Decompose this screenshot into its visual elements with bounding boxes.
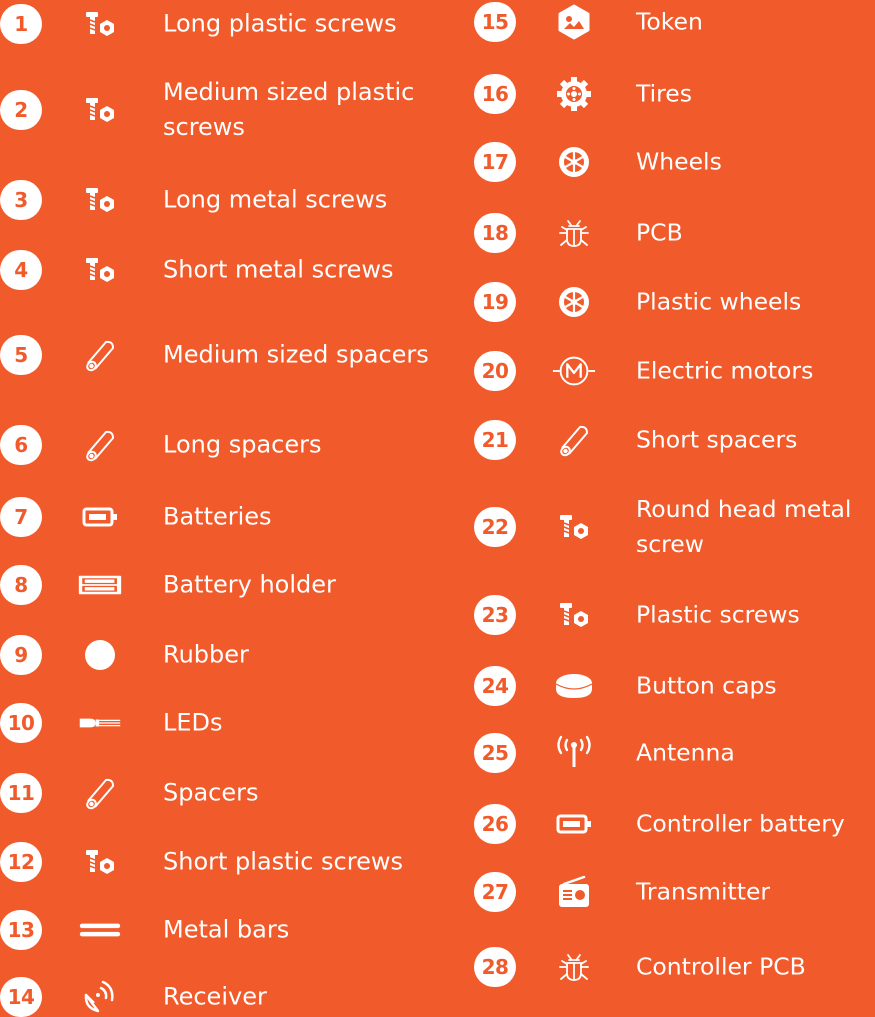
part-number-badge: 8 [0,565,42,605]
rubber-icon [78,637,122,673]
screw-nut-icon [552,597,596,633]
part-label: PCB [636,218,683,247]
part-number-badge: 11 [0,773,42,813]
part-label: Short plastic screws [163,847,403,876]
battery-icon [78,499,122,535]
part-number-badge: 16 [474,74,516,114]
screw-nut-icon [78,844,122,880]
part-number-badge: 26 [474,804,516,844]
part-number-badge: 2 [0,90,42,130]
motor-icon [552,353,596,389]
part-label: Short metal screws [163,255,394,284]
part-number-badge: 15 [474,2,516,42]
tire-icon [552,76,596,112]
part-label: Tires [636,79,693,108]
part-number-badge: 9 [0,635,42,675]
part-label: Medium sized plastic screws [163,78,415,141]
spacer-icon [552,422,596,458]
part-label: Long metal screws [163,185,388,214]
part-label: Long plastic screws [163,9,397,38]
part-label: Button caps [636,671,777,700]
part-label: Transmitter [636,877,771,906]
part-label: Receiver [163,982,267,1011]
part-number-badge: 24 [474,666,516,706]
spacer-icon [78,337,122,373]
receiver-icon [78,979,122,1015]
part-label: Controller PCB [636,952,806,981]
part-label: Plastic wheels [636,287,802,316]
part-label: Short spacers [636,425,798,454]
part-label: Rubber [163,640,249,669]
part-number-badge: 21 [474,420,516,460]
part-label: Medium sized spacers [163,340,429,369]
spacer-icon [78,427,122,463]
metal-bars-icon [78,912,122,948]
wheel-icon [552,144,596,180]
spacer-icon [78,775,122,811]
part-number-badge: 22 [474,507,516,547]
part-label: LEDs [163,708,223,737]
part-label: Wheels [636,147,722,176]
screw-nut-icon [78,182,122,218]
part-number-badge: 27 [474,872,516,912]
part-label: Metal bars [163,915,290,944]
part-number-badge: 23 [474,595,516,635]
part-label: Long spacers [163,430,322,459]
part-number-badge: 28 [474,947,516,987]
token-icon [552,4,596,40]
transmitter-icon [552,874,596,910]
part-number-badge: 13 [0,910,42,950]
part-label: Battery holder [163,570,336,599]
part-number-badge: 7 [0,497,42,537]
part-number-badge: 25 [474,733,516,773]
part-label: Plastic screws [636,600,800,629]
part-label: Controller battery [636,809,845,838]
led-icon [78,705,122,741]
pcb-icon [552,215,596,251]
screw-nut-icon [552,509,596,545]
part-label: Token [636,7,703,36]
part-label: Electric motors [636,356,814,385]
part-number-badge: 10 [0,703,42,743]
part-number-badge: 4 [0,250,42,290]
part-label: Spacers [163,778,259,807]
part-number-badge: 3 [0,180,42,220]
part-number-badge: 20 [474,351,516,391]
button-cap-icon [552,668,596,704]
part-label: Batteries [163,502,272,531]
part-number-badge: 6 [0,425,42,465]
part-number-badge: 5 [0,335,42,375]
part-label: Round head metal screw [636,495,852,558]
screw-nut-icon [78,92,122,128]
screw-nut-icon [78,6,122,42]
part-number-badge: 12 [0,842,42,882]
part-number-badge: 18 [474,213,516,253]
part-number-badge: 17 [474,142,516,182]
part-number-badge: 1 [0,4,42,44]
screw-nut-icon [78,252,122,288]
pcb-icon [552,949,596,985]
battery-holder-icon [78,567,122,603]
part-label: Antenna [636,738,735,767]
part-number-badge: 14 [0,977,42,1017]
antenna-icon [552,735,596,771]
part-number-badge: 19 [474,282,516,322]
wheel-icon [552,284,596,320]
battery-icon [552,806,596,842]
